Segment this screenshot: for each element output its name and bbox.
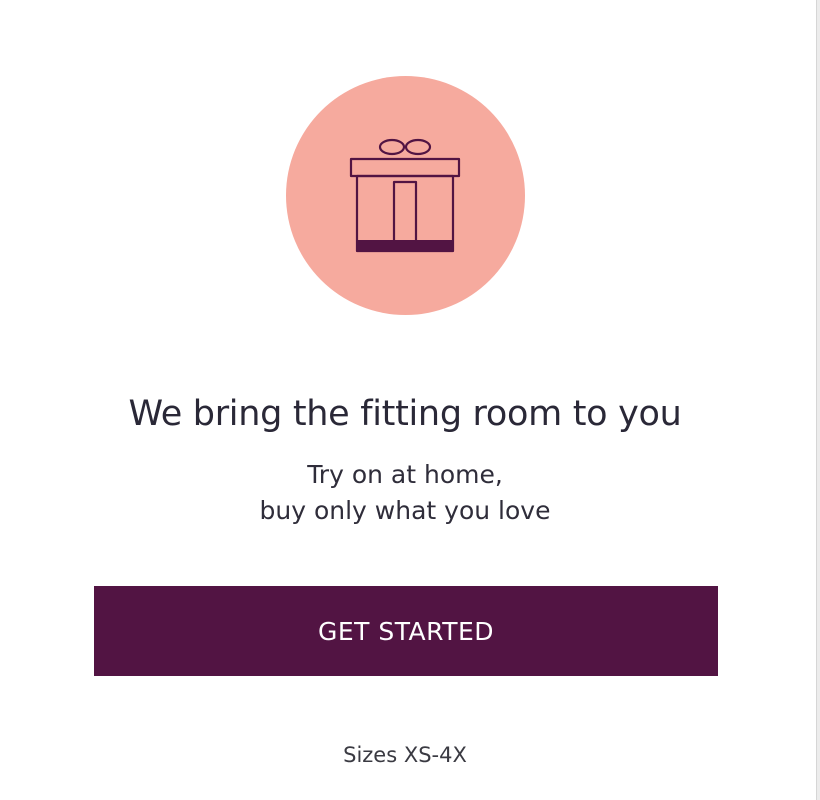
- window-edge: [816, 0, 820, 800]
- gift-icon: [349, 138, 461, 253]
- sizes-note: Sizes XS-4X: [343, 743, 467, 767]
- onboarding-panel: We bring the fitting room to you Try on …: [0, 0, 816, 800]
- subline-line-1: Try on at home,: [307, 460, 503, 489]
- get-started-button[interactable]: GET STARTED: [94, 586, 718, 676]
- headline: We bring the fitting room to you: [128, 394, 682, 434]
- subline-line-2: buy only what you love: [259, 496, 551, 525]
